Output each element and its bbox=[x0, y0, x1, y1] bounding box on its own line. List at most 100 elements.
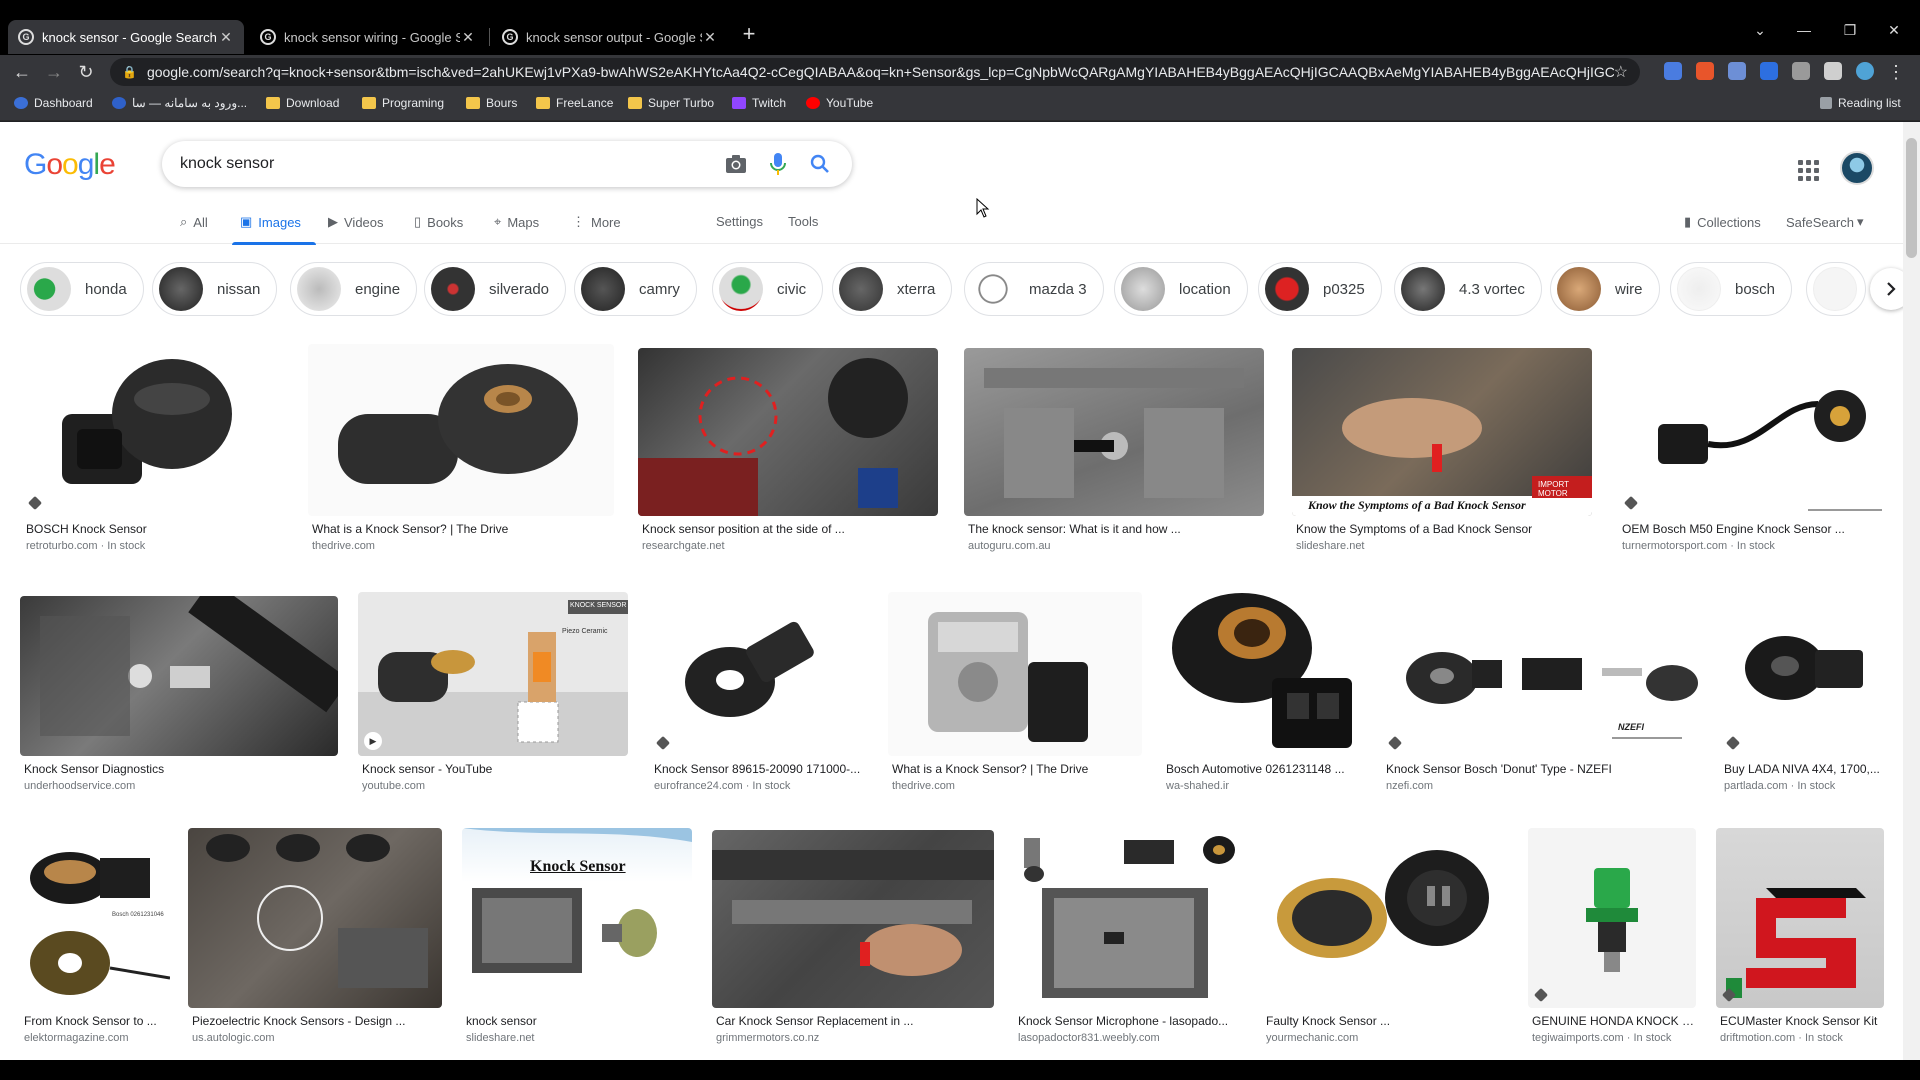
extension-icon[interactable] bbox=[1792, 62, 1810, 80]
result-thedrive[interactable]: What is a Knock Sensor? | The Drive thed… bbox=[308, 344, 614, 552]
bookmark-download[interactable]: Download bbox=[266, 96, 339, 110]
menu-icon[interactable]: ⋮ bbox=[1884, 60, 1908, 84]
result-image[interactable] bbox=[308, 344, 614, 516]
bookmark-star-icon[interactable]: ☆ bbox=[1614, 62, 1628, 82]
reload-icon[interactable]: ↻ bbox=[74, 60, 98, 84]
result-image[interactable] bbox=[964, 348, 1264, 516]
result-image[interactable] bbox=[1720, 588, 1884, 756]
result-image[interactable] bbox=[888, 592, 1142, 756]
result-turnermotorsport[interactable]: OEM Bosch M50 Engine Knock Sensor ... tu… bbox=[1618, 344, 1882, 552]
profile-icon[interactable] bbox=[1856, 62, 1874, 80]
chip-nissan[interactable]: nissan bbox=[152, 262, 278, 316]
new-tab-button[interactable]: + bbox=[738, 23, 760, 46]
google-logo[interactable]: Google bbox=[24, 148, 116, 182]
tab-knock-sensor-wiring[interactable]: G knock sensor wiring - Google Se ✕ bbox=[250, 20, 486, 54]
tab-search-icon[interactable]: ⌄ bbox=[1740, 22, 1780, 39]
tab-maps[interactable]: ⌖ Maps bbox=[494, 214, 539, 230]
address-bar[interactable]: 🔒 google.com/search?q=knock+sensor&tbm=i… bbox=[110, 58, 1640, 86]
bookmark-freelance[interactable]: FreeLance bbox=[536, 96, 613, 110]
tab-knock-sensor[interactable]: G knock sensor - Google Search ✕ bbox=[8, 20, 244, 54]
chip-civic[interactable]: civic bbox=[712, 262, 824, 316]
url-text[interactable]: google.com/search?q=knock+sensor&tbm=isc… bbox=[147, 64, 1614, 80]
result-researchgate[interactable]: Knock sensor position at the side of ...… bbox=[638, 348, 938, 552]
chip-p0325[interactable]: p0325 bbox=[1258, 262, 1382, 316]
result-slideshare-knock[interactable]: Knock Sensor knock sensor slideshare.net bbox=[462, 828, 694, 1044]
scrollbar-thumb[interactable] bbox=[1906, 138, 1917, 258]
tools-link[interactable]: Tools bbox=[788, 214, 818, 229]
result-tegiwaimports[interactable]: GENUINE HONDA KNOCK S... tegiwaimports.c… bbox=[1528, 828, 1698, 1044]
tab-more[interactable]: ⋮ More bbox=[572, 214, 621, 230]
result-driftmotion[interactable]: ECUMaster Knock Sensor Kit driftmotion.c… bbox=[1716, 828, 1884, 1044]
tab-knock-sensor-output[interactable]: G knock sensor output - Google Se ✕ bbox=[492, 20, 728, 54]
avatar[interactable] bbox=[1840, 151, 1874, 185]
result-slideshare-symptoms[interactable]: Know the Symptoms of a Bad Knock Sensor … bbox=[1292, 348, 1592, 552]
maximize-icon[interactable]: ❐ bbox=[1830, 22, 1870, 39]
bookmark-dashboard[interactable]: Dashboard bbox=[14, 96, 93, 110]
tab-books[interactable]: ▯ Books bbox=[414, 214, 463, 230]
safesearch-dropdown[interactable]: SafeSearch ▾ bbox=[1786, 214, 1863, 230]
result-image[interactable]: KNOCK SENSOR Piezo Ceramic ▶ bbox=[358, 592, 628, 756]
page-scrollbar[interactable] bbox=[1903, 122, 1920, 1060]
collections-link[interactable]: ▮ Collections bbox=[1684, 214, 1761, 230]
chip-mazda-3[interactable]: mazda 3 bbox=[964, 262, 1104, 316]
search-icon[interactable] bbox=[806, 150, 834, 178]
chip-engine[interactable]: engine bbox=[290, 262, 418, 316]
result-grimmermotors[interactable]: Car Knock Sensor Replacement in ... grim… bbox=[712, 830, 996, 1044]
result-image[interactable]: Know the Symptoms of a Bad Knock Sensor … bbox=[1292, 348, 1592, 516]
bookmark-samaneh[interactable]: ورود به سامانه — سا... bbox=[112, 96, 247, 110]
chip-silverado[interactable]: silverado bbox=[424, 262, 567, 316]
close-icon[interactable]: ✕ bbox=[460, 29, 476, 46]
extension-icon[interactable] bbox=[1760, 62, 1778, 80]
result-thedrive-2[interactable]: What is a Knock Sensor? | The Drive thed… bbox=[888, 592, 1142, 792]
result-yourmechanic[interactable]: Faulty Knock Sensor ... yourmechanic.com bbox=[1262, 828, 1506, 1044]
result-image[interactable]: NZEFI bbox=[1382, 588, 1700, 756]
camera-icon[interactable] bbox=[722, 150, 750, 178]
bookmark-programing[interactable]: Programing bbox=[362, 96, 444, 110]
reading-list[interactable]: Reading list bbox=[1820, 96, 1901, 110]
tab-images[interactable]: ▣ Images bbox=[240, 214, 301, 230]
tab-videos[interactable]: ▶ Videos bbox=[328, 214, 384, 230]
bookmark-bours[interactable]: Bours bbox=[466, 96, 517, 110]
result-nzefi[interactable]: NZEFI Knock Sensor Bosch 'Donut' Type - … bbox=[1382, 588, 1700, 792]
tab-all[interactable]: ⌕ All bbox=[180, 214, 208, 230]
result-image[interactable] bbox=[1716, 828, 1884, 1008]
result-youtube[interactable]: KNOCK SENSOR Piezo Ceramic ▶ Knock senso… bbox=[358, 592, 628, 792]
result-image[interactable]: Bosch 0261231046 bbox=[20, 828, 170, 1008]
search-input[interactable] bbox=[180, 155, 708, 173]
google-apps-icon[interactable] bbox=[1795, 157, 1819, 181]
back-icon[interactable]: ← bbox=[10, 60, 34, 84]
chip-camry[interactable]: camry bbox=[574, 262, 697, 316]
result-underhoodservice[interactable]: Knock Sensor Diagnostics underhoodservic… bbox=[20, 596, 338, 792]
result-image[interactable] bbox=[1262, 828, 1506, 1008]
result-autologic[interactable]: Piezoelectric Knock Sensors - Design ...… bbox=[188, 828, 444, 1044]
bookmark-super-turbo[interactable]: Super Turbo bbox=[628, 96, 714, 110]
result-image[interactable] bbox=[1162, 588, 1362, 756]
puzzle-extensions-icon[interactable] bbox=[1824, 62, 1842, 80]
bookmark-youtube[interactable]: YouTube bbox=[806, 96, 873, 110]
forward-icon[interactable]: → bbox=[42, 60, 66, 84]
chip-honda[interactable]: honda bbox=[20, 262, 144, 316]
result-image[interactable] bbox=[22, 344, 286, 516]
bookmark-twitch[interactable]: Twitch bbox=[732, 96, 786, 110]
result-wa-shahed[interactable]: Bosch Automotive 0261231148 ... wa-shahe… bbox=[1162, 588, 1362, 792]
result-image[interactable] bbox=[638, 348, 938, 516]
settings-link[interactable]: Settings bbox=[716, 214, 763, 229]
result-image[interactable] bbox=[1014, 828, 1236, 1008]
result-image[interactable] bbox=[1618, 344, 1882, 516]
minimize-icon[interactable]: — bbox=[1784, 22, 1824, 38]
result-partlada[interactable]: Buy LADA NIVA 4X4, 1700,... partlada.com… bbox=[1720, 588, 1884, 792]
close-icon[interactable]: ✕ bbox=[218, 29, 234, 46]
result-image[interactable] bbox=[20, 596, 338, 756]
microphone-icon[interactable] bbox=[764, 150, 792, 178]
chip-bosch[interactable]: bosch bbox=[1670, 262, 1793, 316]
close-icon[interactable]: ✕ bbox=[702, 29, 718, 46]
window-close-icon[interactable]: ✕ bbox=[1874, 22, 1914, 39]
chip-4-3-vortec[interactable]: 4.3 vortec bbox=[1394, 262, 1542, 316]
extension-icon[interactable] bbox=[1696, 62, 1714, 80]
result-image[interactable] bbox=[650, 592, 864, 756]
result-bosch-knock-sensor[interactable]: BOSCH Knock Sensor retroturbo.com · In s… bbox=[22, 344, 286, 552]
result-autoguru[interactable]: The knock sensor: What is it and how ...… bbox=[964, 348, 1264, 552]
result-lasopadoctor[interactable]: Knock Sensor Microphone - lasopado... la… bbox=[1014, 828, 1236, 1044]
translate-extension-icon[interactable] bbox=[1664, 62, 1682, 80]
chip-wire[interactable]: wire bbox=[1550, 262, 1660, 316]
